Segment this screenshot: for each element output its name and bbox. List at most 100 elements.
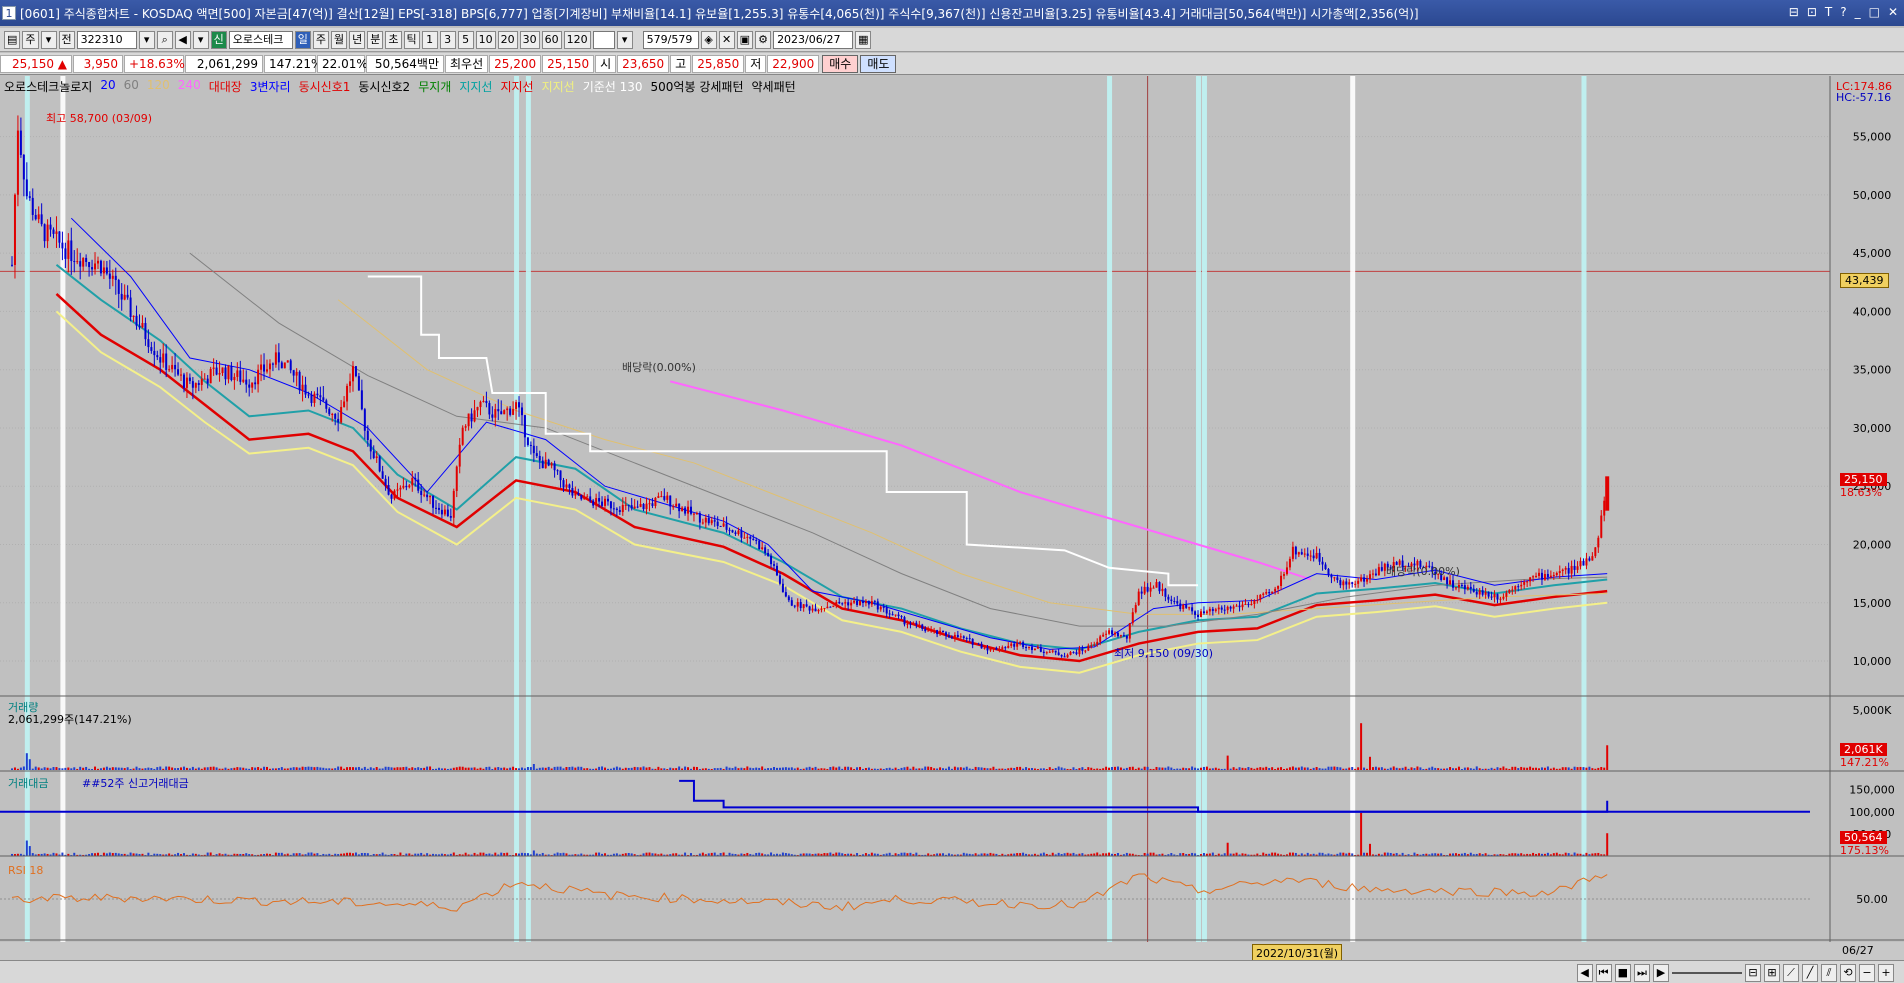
candle-body: [965, 638, 968, 640]
chart-scroll-bar[interactable]: ◀ ⏮ ■ ⏭ ▶ ⊟ ⊞ ⟋ ╱ ⫽ ⟲ − +: [0, 960, 1904, 983]
interval-dropdown-icon[interactable]: ▾: [616, 30, 633, 49]
save-icon[interactable]: ▣: [736, 30, 754, 49]
reset-icon[interactable]: ⟲: [1840, 964, 1856, 982]
volume-bar: [755, 767, 758, 770]
date-marker: [60, 76, 66, 944]
scroll-right-icon[interactable]: ▶: [1653, 964, 1669, 982]
volume-bar: [1469, 768, 1472, 770]
legend-item[interactable]: 오로스테크놀로지: [4, 78, 92, 95]
credit-badge[interactable]: 신: [210, 30, 227, 49]
date-input[interactable]: 2023/06/27: [773, 30, 854, 49]
period-day[interactable]: 일: [294, 30, 311, 49]
candle-body: [547, 459, 550, 466]
amount-bar: [701, 852, 704, 856]
legend-item[interactable]: 동시신호2: [358, 78, 410, 95]
plus-icon[interactable]: +: [1878, 964, 1894, 982]
period-tick[interactable]: 틱: [403, 30, 420, 49]
option-dropdown-icon[interactable]: ▾: [192, 30, 209, 49]
legend-item[interactable]: 120: [147, 78, 170, 95]
split-icon[interactable]: ⊟: [1789, 5, 1799, 19]
legend-item[interactable]: 동시신호1: [299, 78, 351, 95]
volume-bar: [49, 768, 52, 770]
min-1[interactable]: 1: [421, 30, 438, 49]
market-button[interactable]: 전: [58, 30, 75, 49]
volume-bar: [1377, 767, 1380, 770]
line-icon[interactable]: ╱: [1802, 964, 1818, 982]
zoom-in-icon[interactable]: ⊞: [1764, 964, 1780, 982]
draw-icon[interactable]: ⟋: [1783, 964, 1799, 982]
min-5[interactable]: 5: [457, 30, 474, 49]
zoom-slider[interactable]: [1672, 964, 1742, 974]
period-month[interactable]: 월: [331, 30, 348, 49]
min-10[interactable]: 10: [475, 30, 496, 49]
menu-icon[interactable]: ▤: [4, 30, 21, 49]
font-icon[interactable]: T: [1825, 5, 1832, 19]
amount-bar: [1108, 852, 1111, 856]
min-30[interactable]: 30: [519, 30, 540, 49]
sell-button[interactable]: 매도: [860, 54, 897, 73]
minimize-icon[interactable]: _: [1855, 5, 1861, 19]
period-second[interactable]: 초: [385, 30, 402, 49]
code-dropdown-icon[interactable]: ▾: [138, 30, 155, 49]
period-year[interactable]: 년: [349, 30, 366, 49]
min-120[interactable]: 120: [563, 30, 591, 49]
custom-interval-input[interactable]: [592, 30, 615, 49]
volume-bar: [1487, 768, 1490, 770]
crosshair-icon[interactable]: ✕: [718, 30, 735, 49]
gear-icon[interactable]: ⚙: [755, 30, 772, 49]
volume-bar: [678, 766, 681, 770]
volume-bar: [538, 767, 541, 770]
legend-item[interactable]: 대대장: [209, 78, 242, 95]
legend-item[interactable]: 240: [178, 78, 201, 95]
buy-button[interactable]: 매수: [822, 54, 859, 73]
rewind-icon[interactable]: ⏮: [1595, 964, 1612, 982]
candle-body: [182, 374, 185, 388]
volume-bar: [1407, 768, 1410, 770]
legend-item[interactable]: 500억봉 강세패턴: [651, 78, 744, 95]
legend-item[interactable]: 지지선: [459, 78, 492, 95]
type-select[interactable]: 주: [22, 30, 39, 49]
volume-bar: [283, 768, 286, 770]
legend-item[interactable]: 20: [100, 78, 115, 95]
min-60[interactable]: 60: [541, 30, 562, 49]
stop-icon[interactable]: ■: [1614, 964, 1631, 982]
code-input[interactable]: 322310: [76, 30, 137, 49]
candle-body: [1339, 580, 1342, 586]
close-icon[interactable]: ✕: [1888, 5, 1898, 19]
period-minute[interactable]: 분: [367, 30, 384, 49]
legend-item[interactable]: 3변자리: [250, 78, 291, 95]
zoom-out-icon[interactable]: ⊟: [1745, 964, 1761, 982]
minus-icon[interactable]: −: [1859, 964, 1875, 982]
search-icon[interactable]: ⌕: [156, 30, 173, 49]
maximize-icon[interactable]: □: [1869, 5, 1880, 19]
restore-icon[interactable]: ⊡: [1807, 5, 1817, 19]
candle-body: [191, 381, 194, 388]
volume-bar: [1398, 768, 1401, 770]
candle-body: [126, 294, 129, 298]
volume-bar: [1229, 768, 1232, 770]
volume-bar: [1028, 768, 1031, 770]
min-20[interactable]: 20: [497, 30, 518, 49]
legend-item[interactable]: 무지개: [418, 78, 451, 95]
help-icon[interactable]: ?: [1840, 5, 1846, 19]
channel-icon[interactable]: ⫽: [1821, 964, 1837, 982]
legend-item[interactable]: 약세패턴: [752, 78, 796, 95]
legend-item[interactable]: 기준선 130: [583, 78, 643, 95]
candle-body: [695, 513, 698, 515]
candle-body: [414, 477, 417, 480]
legend-item[interactable]: 지지선: [542, 78, 575, 95]
volume-bar: [165, 766, 168, 770]
legend-item[interactable]: 60: [124, 78, 139, 95]
chevron-down-icon[interactable]: ▾: [40, 30, 57, 49]
bar-count[interactable]: 579/579: [642, 30, 699, 49]
legend-item[interactable]: 지지선: [500, 78, 533, 95]
candle-body: [378, 456, 381, 472]
chart-tool-icon[interactable]: ◈: [700, 30, 717, 49]
period-week[interactable]: 주: [312, 30, 330, 49]
speaker-icon[interactable]: ◀: [174, 30, 191, 49]
scroll-left-icon[interactable]: ◀: [1576, 964, 1593, 982]
forward-icon[interactable]: ⏭: [1634, 964, 1650, 982]
min-3[interactable]: 3: [439, 30, 456, 49]
stock-chart[interactable]: 55,00050,00045,00040,00035,00030,00025,0…: [0, 76, 1904, 960]
calendar-icon[interactable]: ▦: [855, 30, 872, 49]
